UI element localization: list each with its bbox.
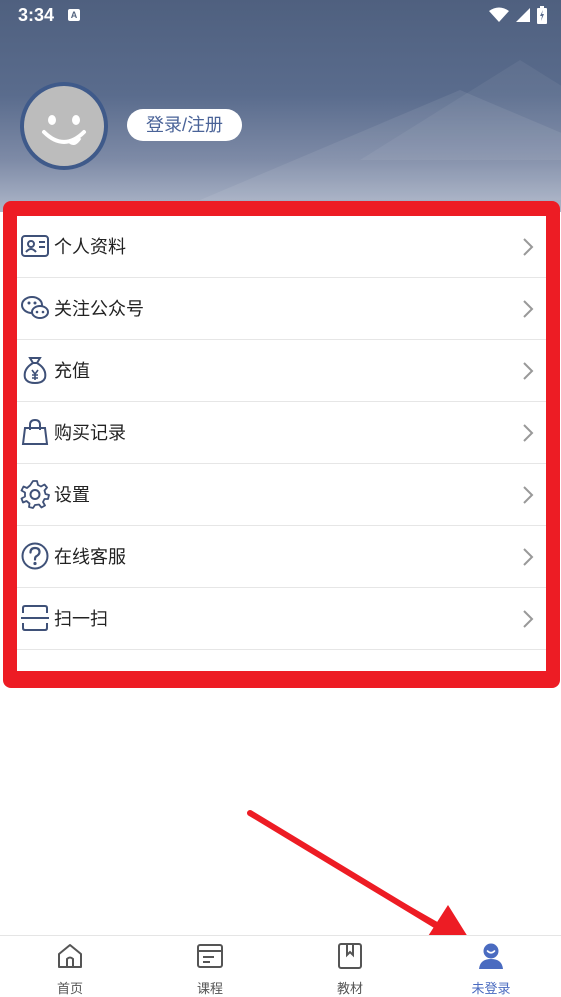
nav-label: 教材 xyxy=(336,981,363,996)
avatar[interactable] xyxy=(20,82,108,170)
menu-item-profile[interactable]: 个人资料 xyxy=(17,216,546,278)
chevron-right-icon xyxy=(523,362,534,380)
question-icon xyxy=(21,542,49,570)
course-icon xyxy=(197,944,223,968)
user-icon xyxy=(479,943,503,969)
avatar-face-icon xyxy=(24,86,104,166)
nav-label: 课程 xyxy=(196,981,223,996)
menu-item-label: 在线客服 xyxy=(54,547,126,567)
chevron-right-icon xyxy=(523,238,534,256)
menu-item-follow-account[interactable]: 关注公众号 xyxy=(17,278,546,340)
nav-item-courses[interactable]: 课程 xyxy=(140,936,280,997)
menu-item-purchase-history[interactable]: 购买记录 xyxy=(17,402,546,464)
header-mountain-decor xyxy=(360,60,561,160)
home-icon xyxy=(58,944,82,968)
chevron-right-icon xyxy=(523,424,534,442)
shopping-bag-icon xyxy=(21,418,49,445)
chevron-right-icon xyxy=(523,610,534,628)
nav-item-not-logged-in[interactable]: 未登录 xyxy=(421,936,561,997)
bottom-nav: 首页 课程 教材 未登录 xyxy=(0,935,561,997)
id-card-icon xyxy=(21,235,49,257)
chevron-right-icon xyxy=(523,548,534,566)
gear-icon xyxy=(20,480,50,509)
menu-item-label: 扫一扫 xyxy=(54,609,108,629)
menu-item-label: 个人资料 xyxy=(54,237,126,257)
chevron-right-icon xyxy=(523,300,534,318)
menu-item-label: 购买记录 xyxy=(54,423,126,443)
nav-item-textbooks[interactable]: 教材 xyxy=(280,936,420,997)
signal-icon xyxy=(516,8,530,22)
menu-item-recharge[interactable]: 充值 xyxy=(17,340,546,402)
menu-item-scan[interactable]: 扫一扫 xyxy=(17,588,546,650)
money-bag-icon xyxy=(23,357,47,385)
wifi-icon xyxy=(489,7,509,22)
profile-menu: 个人资料 关注公众号 充值 购买记录 设置 在线客服 扫一扫 xyxy=(17,216,546,671)
book-icon xyxy=(338,943,362,969)
chevron-right-icon xyxy=(523,486,534,504)
menu-item-label: 设置 xyxy=(54,485,90,505)
notification-badge-icon: A xyxy=(68,9,80,21)
menu-item-label: 充值 xyxy=(54,361,90,381)
wechat-icon xyxy=(21,296,49,319)
nav-label: 首页 xyxy=(56,981,83,996)
scan-icon xyxy=(21,605,49,631)
menu-item-online-service[interactable]: 在线客服 xyxy=(17,526,546,588)
menu-item-label: 关注公众号 xyxy=(54,299,144,319)
nav-item-home[interactable]: 首页 xyxy=(0,936,140,997)
status-time: 3:34 xyxy=(18,5,55,25)
nav-label: 未登录 xyxy=(471,981,511,996)
login-register-button[interactable]: 登录/注册 xyxy=(127,109,242,141)
battery-icon xyxy=(537,6,547,24)
profile-header: 3:34 A 登录/注册 xyxy=(0,0,561,212)
menu-item-settings[interactable]: 设置 xyxy=(17,464,546,526)
status-bar: 3:34 A xyxy=(0,0,561,32)
